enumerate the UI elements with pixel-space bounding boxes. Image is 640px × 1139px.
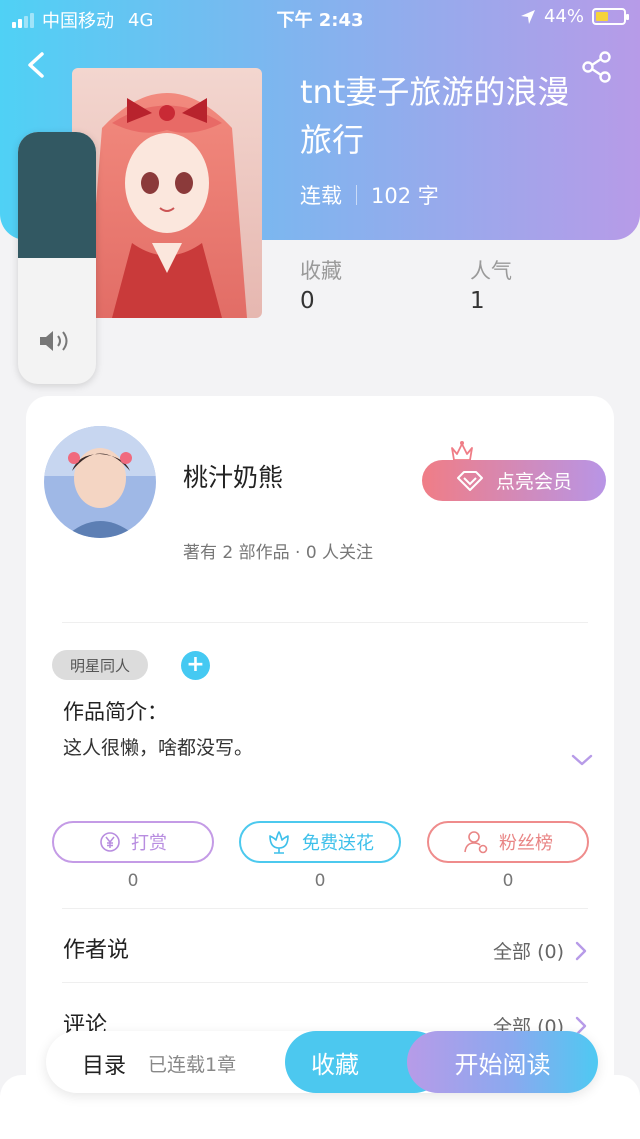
send-flower-button[interactable]: 免费送花 — [239, 821, 401, 863]
tip-count: 0 — [127, 871, 139, 891]
intro-title: 作品简介： — [63, 700, 168, 724]
stat-value-popularity: 1 — [470, 288, 485, 314]
toc-button[interactable]: 目录 — [82, 1048, 126, 1080]
status-bar: 中国移动 4G 下午 2:43 44% — [0, 0, 640, 36]
tip-label: 打赏 — [131, 833, 167, 854]
send-flower-label: 免费送花 — [302, 833, 374, 854]
crown-icon — [451, 441, 473, 461]
stat-label-favorites: 收藏 — [300, 259, 342, 283]
stat-value-favorites: 0 — [300, 288, 315, 314]
volume-level-fill — [18, 132, 96, 258]
vip-button[interactable]: 点亮会员 — [422, 460, 606, 501]
author-avatar[interactable] — [44, 426, 156, 538]
divider — [62, 982, 588, 983]
book-meta: 连载 102 字 — [300, 180, 439, 210]
tip-button[interactable]: 打赏 — [52, 821, 214, 863]
fans-rank-button[interactable]: 粉丝榜 — [427, 821, 589, 863]
add-tag-button[interactable]: + — [181, 651, 210, 680]
flower-icon — [269, 831, 289, 854]
diamond-icon — [456, 470, 483, 491]
author-says-all-label: 全部 (0) — [493, 941, 564, 963]
start-reading-label: 开始阅读 — [454, 1050, 551, 1079]
divider — [62, 622, 588, 623]
speaker-icon — [40, 331, 68, 351]
fans-rank-label: 粉丝榜 — [499, 833, 553, 854]
book-title: tnt妻子旅游的浪漫旅行 — [300, 73, 570, 159]
author-info: 著有 2 部作品 · 0 人关注 — [183, 543, 374, 563]
vip-button-label: 点亮会员 — [495, 471, 572, 493]
battery-percent: 44% — [543, 6, 584, 27]
meta-separator — [356, 185, 357, 205]
intro-text: 这人很懒，啥都没写。 — [63, 737, 254, 759]
fans-count: 0 — [502, 871, 514, 891]
status-right: 44% — [520, 6, 629, 27]
author-says-more[interactable]: 全部 (0) — [493, 937, 588, 964]
chevron-right-icon — [575, 941, 587, 960]
location-arrow-icon — [520, 9, 535, 24]
stat-label-popularity: 人气 — [470, 259, 512, 283]
flower-count: 0 — [314, 871, 326, 891]
battery-icon — [592, 8, 629, 25]
chevron-down-icon[interactable] — [570, 752, 594, 768]
back-icon[interactable] — [22, 50, 52, 80]
yen-coin-icon — [100, 832, 120, 852]
author-name[interactable]: 桃汁奶熊 — [183, 458, 283, 494]
start-reading-button[interactable]: 开始阅读 — [407, 1031, 598, 1093]
divider — [62, 908, 588, 909]
word-count: 102 字 — [371, 184, 439, 208]
volume-indicator — [18, 132, 96, 384]
user-icon — [464, 831, 488, 854]
chapter-progress: 已连载1章 — [148, 1054, 237, 1076]
author-says-title: 作者说 — [63, 938, 130, 963]
book-cover-image[interactable] — [72, 68, 262, 318]
serial-status: 连载 — [300, 184, 342, 208]
favorite-button-label: 收藏 — [311, 1050, 359, 1079]
tag-chip[interactable]: 明星同人 — [52, 650, 148, 680]
